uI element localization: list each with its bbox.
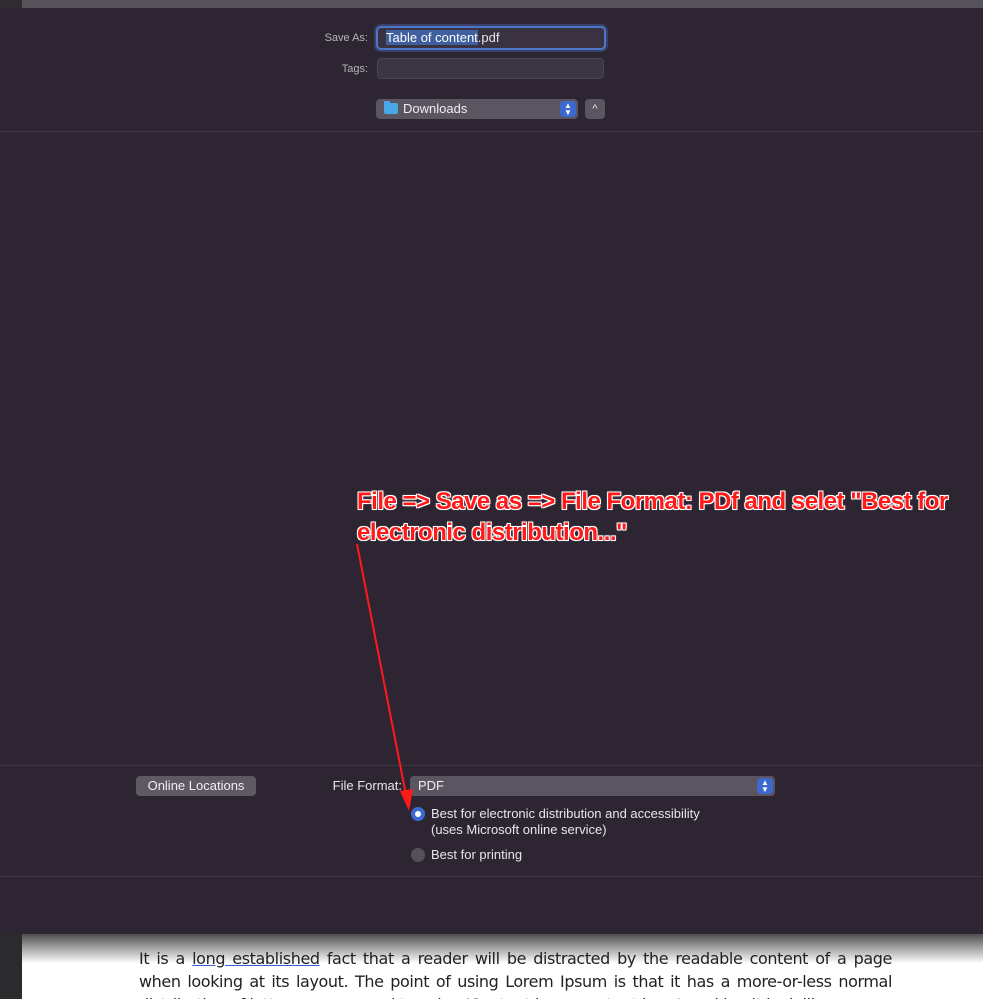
annotation-arrow	[356, 543, 413, 811]
arrow-head	[400, 789, 413, 811]
paragraph-link[interactable]: long established	[192, 949, 320, 968]
document-left-gutter	[0, 934, 22, 999]
document-paragraph: It is a long established fact that a rea…	[139, 947, 892, 999]
arrow-shaft	[356, 543, 407, 796]
paragraph-text-start: It is a	[139, 949, 193, 968]
